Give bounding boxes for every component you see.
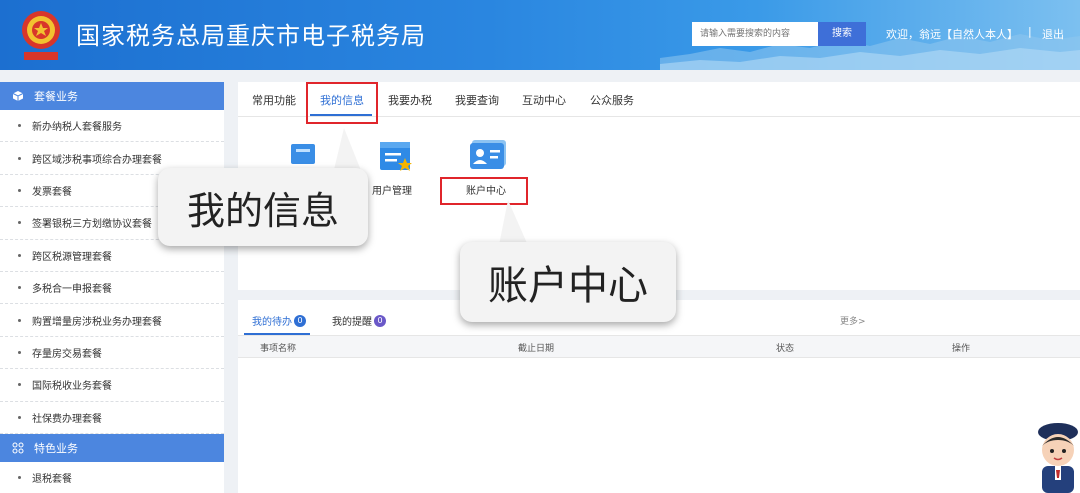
- id-card-icon: [470, 140, 506, 169]
- callout-my-info: 我的信息: [158, 168, 368, 246]
- reminder-count-badge: 0: [374, 314, 386, 327]
- info-icon: [291, 144, 315, 164]
- bullet-icon: [18, 124, 21, 128]
- sidebar-item-label: 跨区域涉税事项综合办理套餐: [32, 154, 162, 166]
- bullet-icon: [18, 253, 21, 257]
- todo-panel: 我的待办 0 我的提醒 0 更多> 事项名称 截止日期 状态 操作: [238, 300, 1080, 493]
- sidebar-item[interactable]: 国际税收业务套餐: [0, 369, 224, 402]
- sidebar-item[interactable]: 存量房交易套餐: [0, 337, 224, 370]
- bullet-icon: [18, 383, 21, 387]
- column-header: 操作: [952, 344, 971, 354]
- sidebar-item-label: 跨区税源管理套餐: [32, 251, 112, 263]
- more-link[interactable]: 更多>: [840, 314, 866, 327]
- sidebar-item-label: 发票套餐: [32, 186, 72, 198]
- tab-common[interactable]: 常用功能: [252, 92, 296, 108]
- tab-reminders[interactable]: 我的提醒 0: [332, 313, 386, 328]
- bullet-icon: [18, 350, 21, 354]
- cube-icon: [12, 91, 24, 101]
- column-header: 状态: [776, 344, 795, 354]
- sidebar-item-label: 购置增量房涉税业务办理套餐: [32, 316, 162, 328]
- grid-icon: [12, 442, 24, 454]
- mascot-assistant-icon[interactable]: [1028, 418, 1080, 493]
- bullet-icon: [18, 318, 21, 322]
- sidebar-item-label: 国际税收业务套餐: [32, 381, 112, 393]
- tab-reminders-label: 我的提醒: [332, 317, 372, 328]
- sidebar-item[interactable]: 退税套餐: [0, 462, 224, 493]
- function-label: 用户管理: [372, 186, 412, 197]
- site-title: 国家税务总局重庆市电子税务局: [76, 22, 426, 50]
- bullet-icon: [18, 415, 21, 419]
- search-button[interactable]: 搜索: [818, 22, 866, 46]
- bullet-icon: [18, 188, 21, 192]
- column-header: 事项名称: [260, 344, 297, 354]
- sidebar-item-label: 退税套餐: [32, 474, 72, 486]
- bullet-icon: [18, 221, 21, 225]
- sidebar-item-label: 签署银税三方划缴协议套餐: [32, 219, 152, 231]
- highlight-box-tab: [306, 82, 378, 124]
- header-separator: |: [1028, 25, 1032, 38]
- tax-emblem-icon: [22, 11, 60, 60]
- sidebar-item-label: 社保费办理套餐: [32, 413, 102, 425]
- sidebar-section-title: 特色业务: [34, 441, 78, 455]
- callout-account-center: 账户中心: [460, 242, 676, 322]
- sidebar-item-label: 存量房交易套餐: [32, 348, 102, 360]
- sidebar-section-title: 套餐业务: [34, 90, 78, 103]
- bullet-icon: [18, 476, 21, 480]
- sidebar-item[interactable]: 社保费办理套餐: [0, 402, 224, 434]
- sidebar: 套餐业务 新办纳税人套餐服务 跨区域涉税事项综合办理套餐 发票套餐 签署银税三方…: [0, 82, 224, 493]
- sidebar-item-label: 新办纳税人套餐服务: [32, 122, 122, 134]
- todo-table-header: 事项名称 截止日期 状态 操作: [238, 336, 1080, 358]
- sidebar-item-label: 多税合一申报套餐: [32, 284, 112, 296]
- tab-query[interactable]: 我要查询: [455, 92, 499, 108]
- sidebar-section-featured[interactable]: 特色业务: [0, 433, 224, 462]
- sidebar-item[interactable]: 多税合一申报套餐: [0, 272, 224, 305]
- column-header: 截止日期: [518, 344, 555, 354]
- pending-count-badge: 0: [294, 314, 306, 327]
- tab-pending-label: 我的待办: [252, 317, 292, 328]
- welcome-text: 欢迎，翁远【自然人本人】: [886, 28, 1018, 41]
- sidebar-item[interactable]: 新办纳税人套餐服务: [0, 110, 224, 143]
- tab-interaction[interactable]: 互动中心: [522, 92, 566, 108]
- tab-pending[interactable]: 我的待办 0: [252, 313, 306, 328]
- sidebar-section-packages[interactable]: 套餐业务: [0, 82, 224, 110]
- tab-public-service[interactable]: 公众服务: [590, 92, 634, 108]
- site-header: 国家税务总局重庆市电子税务局 搜索 欢迎，翁远【自然人本人】 | 退出: [0, 0, 1080, 70]
- logout-link[interactable]: 退出: [1042, 26, 1064, 42]
- bullet-icon: [18, 156, 21, 160]
- bullet-icon: [18, 286, 21, 290]
- active-tab-indicator: [244, 333, 310, 335]
- tab-tax-handling[interactable]: 我要办税: [388, 92, 432, 108]
- user-management-icon: [380, 142, 412, 171]
- search-input[interactable]: [692, 22, 818, 46]
- sidebar-item[interactable]: 购置增量房涉税业务办理套餐: [0, 304, 224, 337]
